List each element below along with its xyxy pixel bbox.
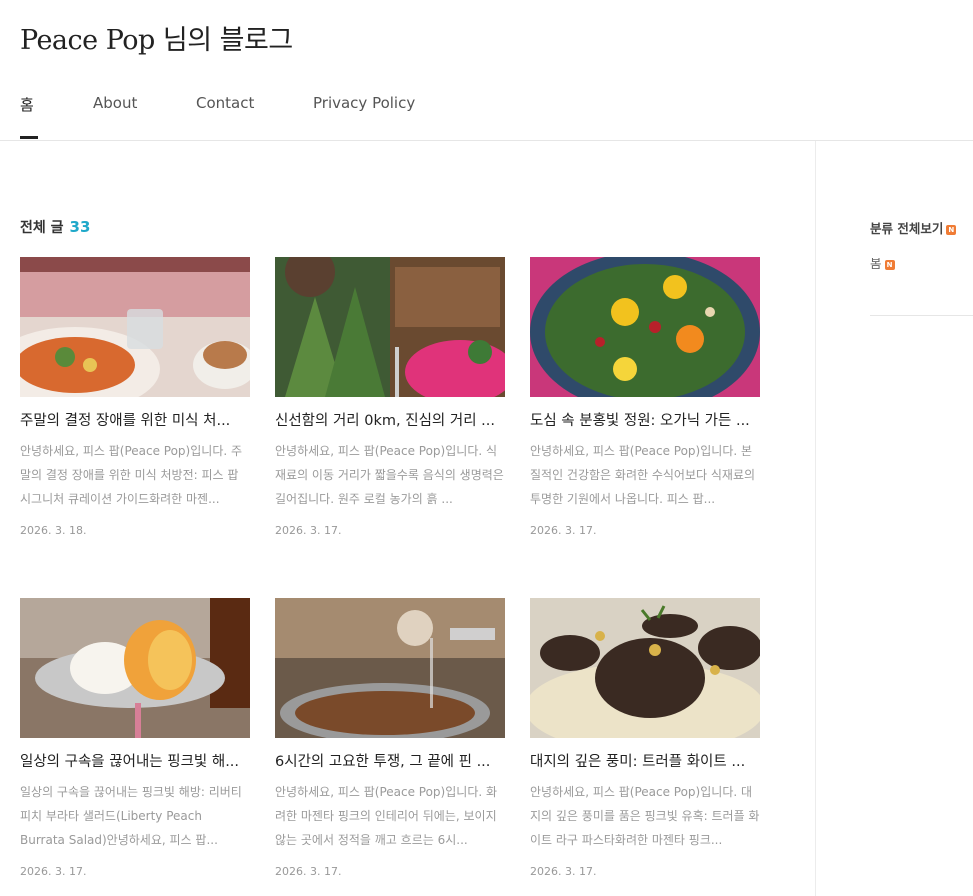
post-date: 2026. 3. 17. bbox=[275, 865, 342, 878]
sidebar-divider bbox=[815, 141, 816, 896]
sidebar-categories: 분류 전체보기 N 봄N bbox=[870, 218, 973, 272]
post-summary: 안녕하세요, 피스 팝(Peace Pop)입니다. 화려한 마젠타 핑크의 인… bbox=[275, 785, 498, 847]
category-item-label: 봄 bbox=[870, 256, 882, 271]
post-summary: 일상의 구속을 끊어내는 핑크빛 해방: 리버티 피치 부라타 샐러드(Libe… bbox=[20, 785, 242, 847]
post-title[interactable]: 대지의 깊은 풍미: 트러플 화이트 ... bbox=[530, 750, 760, 774]
post-thumbnail[interactable] bbox=[20, 598, 250, 738]
post-date: 2026. 3. 17. bbox=[275, 524, 342, 537]
post-card[interactable]: 6시간의 고요한 투쟁, 그 끝에 핀 ... 안녕하세요, 피스 팝(Peac… bbox=[275, 598, 505, 878]
post-card[interactable]: 일상의 구속을 끊어내는 핑크빛 해... 일상의 구속을 끊어내는 핑크빛 해… bbox=[20, 598, 250, 878]
sidebar-section-divider bbox=[870, 315, 973, 316]
post-list-heading: 전체 글 bbox=[20, 220, 64, 236]
new-badge: N bbox=[884, 260, 895, 270]
post-summary: 안녕하세요, 피스 팝(Peace Pop)입니다. 식재료의 이동 거리가 짧… bbox=[275, 444, 504, 506]
post-thumbnail[interactable] bbox=[20, 257, 250, 397]
post-card[interactable]: 도심 속 분홍빛 정원: 오가닉 가든 ... 안녕하세요, 피스 팝(Peac… bbox=[530, 257, 760, 537]
post-thumbnail[interactable] bbox=[275, 257, 505, 397]
nav-contact[interactable]: Contact bbox=[196, 94, 254, 112]
nav-home[interactable]: 홈 bbox=[20, 94, 34, 115]
post-thumbnail[interactable] bbox=[530, 598, 760, 738]
post-date: 2026. 3. 17. bbox=[530, 524, 597, 537]
new-badge: N bbox=[946, 225, 957, 235]
post-summary: 안녕하세요, 피스 팝(Peace Pop)입니다. 대지의 깊은 풍미를 품은… bbox=[530, 785, 760, 847]
site-title[interactable]: Peace Pop 님의 블로그 bbox=[20, 18, 293, 57]
post-date: 2026. 3. 18. bbox=[20, 524, 87, 537]
post-title[interactable]: 일상의 구속을 끊어내는 핑크빛 해... bbox=[20, 750, 250, 774]
post-date: 2026. 3. 17. bbox=[530, 865, 597, 878]
post-count: 33 bbox=[69, 218, 91, 236]
post-title[interactable]: 신선함의 거리 0km, 진심의 거리 ... bbox=[275, 409, 505, 433]
category-all-label: 분류 전체보기 bbox=[870, 221, 944, 236]
category-item[interactable]: 봄N bbox=[870, 253, 973, 272]
nav-active-indicator bbox=[20, 136, 38, 139]
nav-privacy-policy[interactable]: Privacy Policy bbox=[313, 94, 415, 112]
post-card[interactable]: 대지의 깊은 풍미: 트러플 화이트 ... 안녕하세요, 피스 팝(Peace… bbox=[530, 598, 760, 878]
post-card[interactable]: 주말의 결정 장애를 위한 미식 처... 안녕하세요, 피스 팝(Peace … bbox=[20, 257, 250, 537]
post-thumbnail[interactable] bbox=[275, 598, 505, 738]
nav-about[interactable]: About bbox=[93, 94, 137, 112]
post-summary: 안녕하세요, 피스 팝(Peace Pop)입니다. 본질적인 건강함은 화려한… bbox=[530, 444, 756, 506]
post-title[interactable]: 도심 속 분홍빛 정원: 오가닉 가든 ... bbox=[530, 409, 760, 433]
post-title[interactable]: 주말의 결정 장애를 위한 미식 처... bbox=[20, 409, 250, 433]
post-count-heading: 전체 글 33 bbox=[20, 217, 90, 237]
header-divider bbox=[0, 140, 973, 141]
post-card[interactable]: 신선함의 거리 0km, 진심의 거리 ... 안녕하세요, 피스 팝(Peac… bbox=[275, 257, 505, 537]
post-date: 2026. 3. 17. bbox=[20, 865, 87, 878]
post-thumbnail[interactable] bbox=[530, 257, 760, 397]
post-title[interactable]: 6시간의 고요한 투쟁, 그 끝에 핀 ... bbox=[275, 750, 505, 774]
post-summary: 안녕하세요, 피스 팝(Peace Pop)입니다. 주말의 결정 장애를 위한… bbox=[20, 444, 243, 506]
category-all-link[interactable]: 분류 전체보기 N bbox=[870, 218, 973, 237]
